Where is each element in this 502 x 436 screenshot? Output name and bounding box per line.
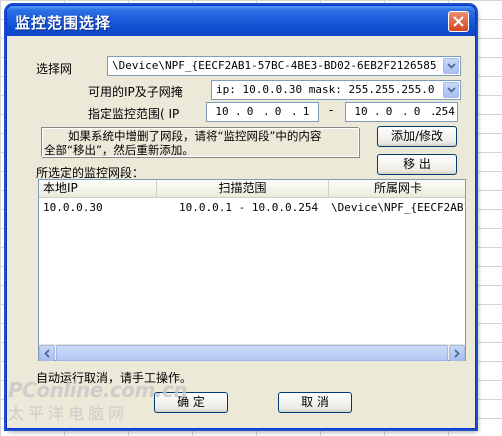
notice-line-2: 全部“移出”，然后重新添加。 — [44, 143, 194, 157]
start-octet-4: 1 — [302, 105, 310, 118]
end-octet-1: 10 — [354, 105, 368, 118]
range-select-dialog: 监控范围选择 选择网 \Device\NPF_{EECF2AB1-57BC-4B… — [6, 5, 476, 429]
list-header: 本地IP 扫描范围 所属网卡 — [39, 180, 465, 198]
range-start-ip[interactable]: 10 . 0 . 0 . 1 — [206, 102, 319, 122]
column-header-scan-range[interactable]: 扫描范围 — [157, 180, 329, 198]
end-octet-3: 0 — [413, 105, 421, 118]
scroll-thumb[interactable] — [56, 345, 448, 361]
scroll-right-button[interactable] — [449, 345, 465, 361]
horizontal-scrollbar[interactable] — [39, 344, 465, 361]
network-adapter-select[interactable]: \Device\NPF_{EECF2AB1-57BC-4BE3-BD02-6EB… — [107, 56, 461, 76]
range-end-ip[interactable]: 10 . 0 . 0 . 254 — [345, 102, 458, 122]
network-adapter-value: \Device\NPF_{EECF2AB1-57BC-4BE3-BD02-6EB… — [112, 59, 438, 72]
chevron-down-icon — [446, 63, 456, 69]
remove-button[interactable]: 移 出 — [377, 154, 457, 175]
selected-segments-list[interactable]: 本地IP 扫描范围 所属网卡 10.0.0.30 10.0.0.1 - 10.0… — [38, 179, 466, 361]
chevron-left-icon — [44, 348, 50, 358]
available-ip-select[interactable]: ip: 10.0.0.30 mask: 255.255.255.0 — [211, 80, 461, 100]
range-label: 指定监控范围( IP — [88, 107, 180, 121]
chevron-down-icon — [446, 87, 456, 93]
window-title: 监控范围选择 — [15, 14, 112, 32]
watermark-sub: 太平洋电脑网 — [8, 404, 129, 423]
title-bar[interactable]: 监控范围选择 — [7, 6, 475, 36]
select-network-label: 选择网 — [36, 62, 73, 76]
available-ip-label: 可用的IP及子网掩 — [88, 85, 183, 99]
notice-box: 如果系统中增删了网段，请将“监控网段”中的内容 全部“移出”，然后重新添加。 — [41, 127, 359, 157]
column-header-adapter[interactable]: 所属网卡 — [329, 180, 467, 198]
start-octet-3: 0 — [274, 105, 282, 118]
pconline-watermark: PConline.com.cn 太平洋电脑网 — [8, 378, 188, 424]
end-octet-2: 0 — [385, 105, 393, 118]
watermark-main: PConline.com.cn — [8, 378, 188, 402]
end-octet-4: 254 — [435, 105, 455, 118]
chevron-right-icon — [454, 348, 460, 358]
table-row[interactable]: 10.0.0.30 10.0.0.1 - 10.0.0.254 \Device\… — [39, 199, 465, 217]
available-ip-value: ip: 10.0.0.30 mask: 255.255.255.0 — [216, 83, 435, 96]
available-ip-dropdown[interactable] — [443, 82, 459, 98]
column-header-local-ip[interactable]: 本地IP — [39, 180, 157, 198]
cancel-button[interactable]: 取 消 — [278, 392, 352, 413]
cell-local-ip: 10.0.0.30 — [43, 201, 103, 214]
cell-scan-range: 10.0.0.1 - 10.0.0.254 — [179, 201, 319, 214]
notice-line-1: 如果系统中增删了网段，请将“监控网段”中的内容 — [68, 129, 322, 143]
close-icon — [453, 16, 464, 27]
start-octet-2: 0 — [246, 105, 254, 118]
start-octet-1: 10 — [215, 105, 229, 118]
close-button[interactable] — [448, 11, 469, 32]
range-separator: - — [329, 103, 334, 117]
scroll-left-button[interactable] — [39, 345, 55, 361]
cell-adapter: \Device\NPF_{EECF2AB1. — [331, 201, 465, 214]
network-adapter-dropdown[interactable] — [443, 58, 459, 74]
add-modify-button[interactable]: 添加/修改 — [377, 126, 457, 147]
dialog-body: 选择网 \Device\NPF_{EECF2AB1-57BC-4BE3-BD02… — [10, 36, 472, 425]
